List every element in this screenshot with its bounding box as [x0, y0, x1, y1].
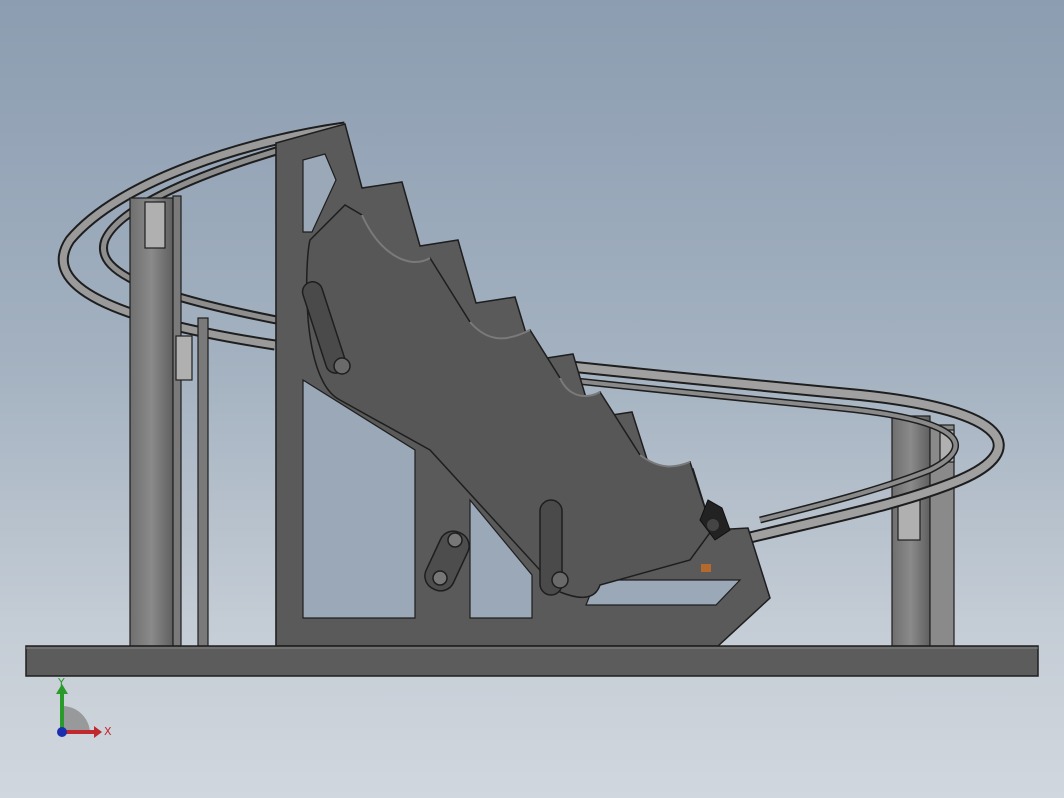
base-plate[interactable]	[25, 645, 1039, 677]
triad-x-arrow-icon	[94, 726, 102, 738]
marble-machine-model[interactable]	[0, 0, 1064, 798]
triad-z-axis-icon	[57, 727, 67, 737]
graphics-viewport[interactable]: Y X	[0, 0, 1064, 798]
triad-x-label: X	[104, 725, 112, 738]
triad-y-label: Y	[57, 676, 65, 689]
coordinate-triad: Y X	[56, 676, 112, 738]
triad-plane-icon	[62, 705, 90, 732]
